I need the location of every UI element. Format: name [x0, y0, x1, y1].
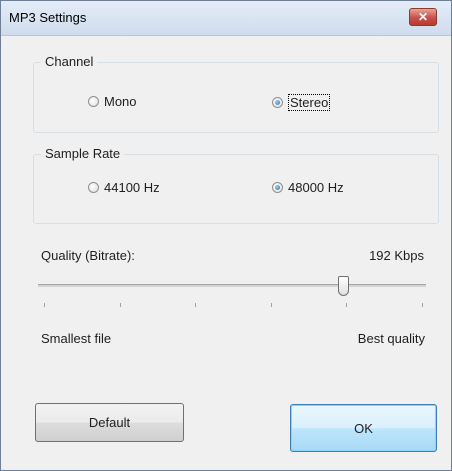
slider-tick — [44, 303, 45, 307]
radio-44100[interactable]: 44100 Hz — [88, 180, 160, 195]
radio-mono-label: Mono — [104, 94, 137, 109]
close-button[interactable]: ✕ — [409, 8, 437, 26]
quality-value: 192 Kbps — [369, 248, 424, 263]
quality-label: Quality (Bitrate): — [41, 248, 135, 263]
radio-48000-label: 48000 Hz — [288, 180, 344, 195]
title-bar[interactable]: MP3 Settings ✕ — [1, 1, 451, 36]
radio-44100-label: 44100 Hz — [104, 180, 160, 195]
radio-48000-circle[interactable] — [272, 182, 283, 193]
close-icon: ✕ — [417, 10, 429, 24]
slider-min-label: Smallest file — [41, 331, 112, 346]
ok-button-label: OK — [354, 420, 373, 436]
ok-button[interactable]: OK — [290, 404, 437, 452]
sample-rate-group-title: Sample Rate — [41, 146, 125, 161]
radio-44100-circle[interactable] — [88, 182, 99, 193]
default-button-label: Default — [88, 415, 131, 430]
slider-tick — [422, 303, 423, 307]
slider-tick — [195, 303, 196, 307]
default-button[interactable]: Default — [35, 403, 184, 442]
window-title: MP3 Settings — [9, 10, 87, 25]
slider-tick — [271, 303, 272, 307]
slider-max-label: Best quality — [357, 331, 425, 346]
radio-stereo-circle[interactable] — [272, 97, 283, 108]
slider-thumb[interactable] — [338, 276, 349, 296]
radio-mono[interactable]: Mono — [88, 94, 137, 109]
radio-48000[interactable]: 48000 Hz — [272, 180, 344, 195]
radio-mono-circle[interactable] — [88, 96, 99, 107]
slider-tick — [346, 303, 347, 307]
radio-stereo[interactable]: Stereo — [272, 94, 331, 111]
radio-stereo-label: Stereo — [288, 94, 331, 111]
slider-track[interactable] — [38, 284, 426, 287]
slider-tick — [120, 303, 121, 307]
channel-group-title: Channel — [41, 54, 98, 69]
